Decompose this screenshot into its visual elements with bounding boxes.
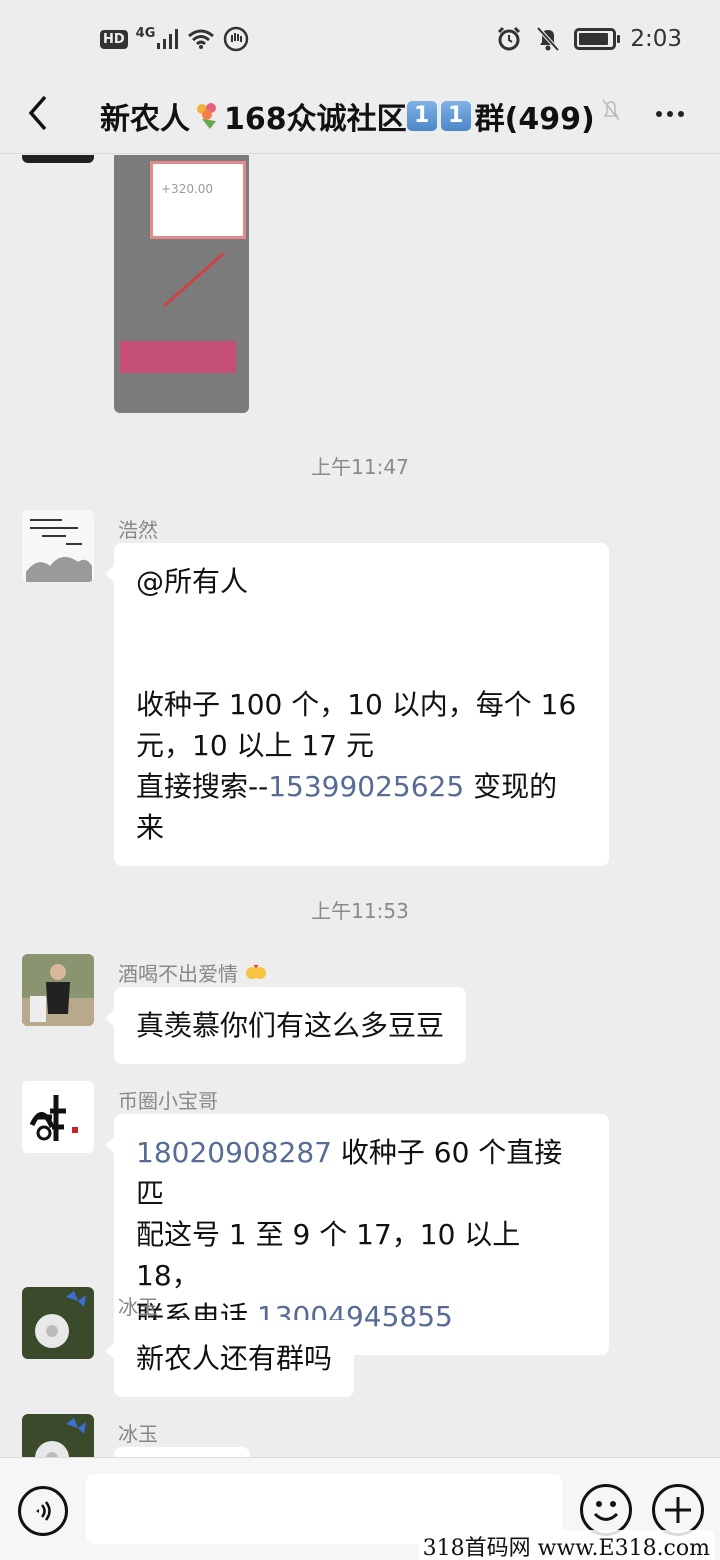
avatar[interactable] — [22, 1287, 94, 1359]
status-right: 2:03 — [496, 26, 682, 52]
smiley-icon — [593, 1501, 619, 1521]
image-message[interactable]: +320.00 — [114, 155, 249, 413]
message-bubble[interactable]: @所有人 收种子 100 个，10 以内，每个 16 元，10 以上 17 元 … — [105, 543, 609, 866]
dandelion-avatar-image — [22, 1287, 94, 1359]
sender-name: 币圈小宝哥 — [118, 1089, 218, 1113]
calligraphy-avatar-image — [22, 510, 94, 582]
hd-badge: HD — [100, 29, 128, 49]
message-bubble[interactable]: 18020908287 收种子 60 个直接匹 配这号 1 至 9 个 17，1… — [105, 1114, 609, 1355]
avatar[interactable] — [22, 1414, 94, 1457]
sender-name: 浩然 — [118, 518, 158, 542]
voice-wave-icon — [36, 1501, 51, 1521]
wifi-icon — [188, 29, 215, 49]
plus-icon — [665, 1497, 691, 1523]
back-button[interactable] — [18, 88, 58, 138]
keycap-digit-2: 1 — [440, 101, 471, 131]
image-arrow — [163, 251, 225, 308]
watermark: 318首码网 www.E318.com — [418, 1530, 714, 1560]
message-line: 真羡慕你们有这么多豆豆 — [136, 1009, 445, 1042]
message-line: 来 — [136, 811, 165, 844]
message-line: 收种子 100 个，10 以内，每个 16 — [136, 688, 577, 721]
message-line: 新农人还有群吗 — [136, 1342, 333, 1375]
more-options-button[interactable] — [650, 94, 690, 134]
message-line: @所有人 — [136, 565, 249, 598]
message-bubble[interactable] — [114, 1447, 250, 1457]
message-bubble[interactable]: 新农人还有群吗 — [104, 1320, 355, 1397]
message-bubble[interactable]: 真羡慕你们有这么多豆豆 — [104, 987, 467, 1064]
title-count: 群(499) — [474, 102, 595, 137]
more-dot-icon — [678, 111, 684, 117]
chat-header: 新农人 168众诚社区 1 1 群(499) — [0, 74, 720, 154]
avatar[interactable] — [22, 1081, 94, 1153]
sender-name: 冰玉 — [118, 1422, 158, 1446]
title-community: 168众诚社区 — [224, 102, 407, 137]
sender-name-text: 酒喝不出爱情 — [118, 962, 238, 986]
message-text: 直接搜索-- — [136, 770, 269, 803]
sender-name: 酒喝不出爱情 — [118, 958, 268, 987]
bouquet-emoji-icon — [197, 103, 216, 129]
chat-screen: HD 4G 2:03 新农人 168众诚社区 1 1 群(499) +320.0… — [0, 0, 720, 1560]
battery-icon — [574, 28, 621, 50]
mute-bell-icon — [536, 26, 560, 52]
voice-input-button[interactable] — [18, 1486, 68, 1536]
phone-link[interactable]: 15399025625 — [268, 770, 464, 803]
message-line: 元，10 以上 17 元 — [136, 729, 374, 762]
emoji-button[interactable] — [580, 1484, 632, 1536]
person-photo-avatar-image — [22, 954, 94, 1026]
timestamp: 上午11:47 — [311, 455, 409, 479]
more-dot-icon — [656, 111, 662, 117]
timestamp: 上午11:53 — [311, 899, 409, 923]
dandelion-avatar-image — [22, 1414, 94, 1457]
battery-level — [579, 33, 609, 45]
phone-link[interactable]: 18020908287 — [136, 1136, 332, 1169]
more-actions-button[interactable] — [652, 1484, 704, 1536]
title-name: 新农人 — [100, 102, 190, 137]
kiss-emoji-icon — [246, 964, 267, 979]
image-amount-text: +320.00 — [161, 182, 214, 196]
sender-name: 冰玉 — [118, 1295, 158, 1319]
network-type: 4G — [135, 25, 156, 41]
group-title: 新农人 168众诚社区 1 1 群(499) — [100, 94, 595, 138]
keycap-digit-1: 1 — [406, 101, 437, 131]
chevron-left-icon — [28, 95, 47, 131]
more-dot-icon — [667, 111, 673, 117]
image-caption-banner — [120, 341, 236, 373]
avatar[interactable] — [22, 954, 94, 1026]
message-text: 变现的 — [464, 770, 558, 803]
message-line: 直接搜索--15399025625 变现的 — [136, 766, 587, 807]
avatar[interactable] — [22, 510, 94, 582]
message-line: 配这号 1 至 9 个 17，10 以上 18， — [136, 1218, 521, 1292]
alarm-icon — [498, 26, 521, 51]
message-line: 18020908287 收种子 60 个直接匹 — [136, 1132, 587, 1214]
clock: 2:03 — [630, 26, 682, 52]
signal-icon — [157, 29, 179, 49]
calligraphy-logo-avatar-image — [22, 1081, 94, 1153]
status-left: HD 4G — [100, 26, 249, 52]
status-bar: HD 4G 2:03 — [0, 0, 720, 84]
image-thumbnail-card: +320.00 — [150, 161, 246, 239]
hand-icon — [224, 26, 249, 52]
muted-bell-icon — [602, 99, 620, 121]
message-list[interactable]: +320.00 上午11:47 浩然 @所有人 收种子 100 个，10 以内，… — [0, 155, 720, 1457]
avatar[interactable] — [22, 155, 94, 163]
